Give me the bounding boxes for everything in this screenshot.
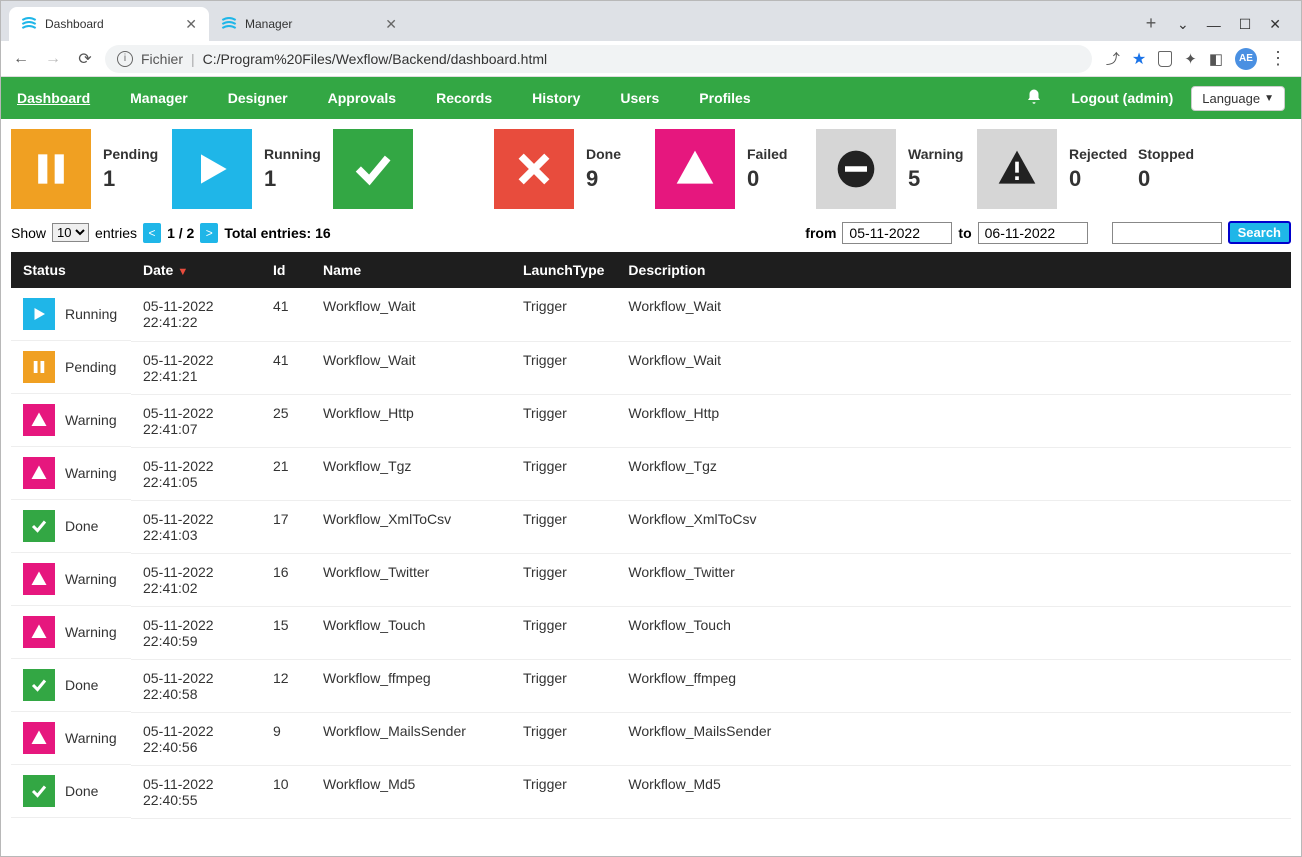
table-row[interactable]: Warning05-11-202222:41:0216Workflow_Twit…	[11, 553, 1291, 606]
warn-icon	[655, 129, 735, 209]
next-page-button[interactable]: >	[200, 223, 218, 243]
table-row[interactable]: Warning05-11-202222:40:569Workflow_Mails…	[11, 712, 1291, 765]
workflows-table: StatusDate▼IdNameLaunchTypeDescription R…	[11, 252, 1291, 819]
nav-history[interactable]: History	[532, 90, 580, 106]
check-icon	[23, 775, 55, 807]
profile-avatar[interactable]: AE	[1235, 48, 1257, 70]
warn-icon	[23, 722, 55, 754]
play-icon	[23, 298, 55, 330]
kebab-menu-icon[interactable]: ⋮	[1269, 48, 1287, 69]
table-row[interactable]: Pending05-11-202222:41:2141Workflow_Wait…	[11, 341, 1291, 394]
browser-tab[interactable]: Manager✕	[209, 7, 409, 41]
tile-failed: Failed0	[655, 129, 808, 209]
warn-icon	[23, 457, 55, 489]
minus-icon	[816, 129, 896, 209]
header-launchtype[interactable]: LaunchType	[511, 252, 616, 288]
shield-icon[interactable]	[1158, 51, 1172, 67]
nav-manager[interactable]: Manager	[130, 90, 188, 106]
play-icon	[172, 129, 252, 209]
header-status[interactable]: Status	[11, 252, 131, 288]
tile-rejected: Rejected0	[977, 129, 1130, 209]
language-dropdown[interactable]: Language▼	[1191, 86, 1285, 111]
times-icon	[494, 129, 574, 209]
table-row[interactable]: Warning05-11-202222:41:0725Workflow_Http…	[11, 394, 1291, 447]
nav-profiles[interactable]: Profiles	[699, 90, 750, 106]
tile-stopped: Stopped0	[1138, 129, 1291, 209]
forward-button: →	[41, 47, 65, 71]
tile-warning: Warning5	[816, 129, 969, 209]
info-icon: i	[117, 51, 133, 67]
notifications-bell[interactable]	[1025, 88, 1043, 109]
header-description[interactable]: Description	[616, 252, 1291, 288]
nav-records[interactable]: Records	[436, 90, 492, 106]
excl-icon	[977, 129, 1057, 209]
page-indicator: 1 / 2	[167, 225, 194, 241]
minimize-button[interactable]: —	[1207, 17, 1221, 33]
table-row[interactable]: Warning05-11-202222:40:5915Workflow_Touc…	[11, 606, 1291, 659]
browser-titlebar: Dashboard✕Manager✕ + ⌄ — ☐ ✕	[1, 1, 1301, 41]
nav-dashboard[interactable]: Dashboard	[17, 90, 90, 106]
url-text: C:/Program%20Files/Wexflow/Backend/dashb…	[203, 51, 547, 67]
close-tab-icon[interactable]: ✕	[185, 16, 197, 33]
url-scheme: Fichier	[141, 51, 183, 67]
tile-pending: Pending1	[11, 129, 164, 209]
header-date[interactable]: Date▼	[131, 252, 261, 288]
nav-users[interactable]: Users	[620, 90, 659, 106]
back-button[interactable]: ←	[9, 47, 33, 71]
extensions-icon[interactable]: ✦	[1184, 50, 1197, 68]
sidepanel-icon[interactable]: ◧	[1209, 50, 1223, 68]
address-bar: ← → ⟳ i Fichier | C:/Program%20Files/Wex…	[1, 41, 1301, 77]
pause-icon	[11, 129, 91, 209]
table-row[interactable]: Done05-11-202222:41:0317Workflow_XmlToCs…	[11, 500, 1291, 553]
sort-desc-icon: ▼	[177, 266, 188, 278]
table-row[interactable]: Done05-11-202222:40:5812Workflow_ffmpegT…	[11, 659, 1291, 712]
to-date-input[interactable]	[978, 222, 1088, 244]
from-date-input[interactable]	[842, 222, 952, 244]
new-tab-button[interactable]: +	[1137, 9, 1165, 37]
table-row[interactable]: Warning05-11-202222:41:0521Workflow_TgzT…	[11, 447, 1291, 500]
bookmark-star-icon[interactable]: ★	[1132, 49, 1146, 69]
header-id[interactable]: Id	[261, 252, 311, 288]
search-button[interactable]: Search	[1228, 221, 1291, 244]
check-icon	[333, 129, 413, 209]
table-row[interactable]: Done05-11-202222:40:5510Workflow_Md5Trig…	[11, 765, 1291, 818]
pause-icon	[23, 351, 55, 383]
wexflow-logo-icon	[21, 16, 37, 32]
reload-button[interactable]: ⟳	[73, 47, 97, 71]
maximize-button[interactable]: ☐	[1239, 16, 1252, 33]
chevron-down-icon[interactable]: ⌄	[1177, 16, 1189, 33]
tile-done: Done9	[494, 129, 647, 209]
top-nav: Dashboard Manager Designer Approvals Records…	[1, 77, 1301, 119]
logout-link[interactable]: Logout (admin)	[1071, 90, 1173, 106]
nav-approvals[interactable]: Approvals	[328, 90, 396, 106]
prev-page-button[interactable]: <	[143, 223, 161, 243]
warn-icon	[23, 404, 55, 436]
search-input[interactable]	[1112, 222, 1222, 244]
close-tab-icon[interactable]: ✕	[385, 16, 397, 33]
table-controls: Show 10 entries < 1 / 2 > Total entries:…	[11, 221, 1291, 244]
tile-running: Running1	[172, 129, 325, 209]
browser-tab[interactable]: Dashboard✕	[9, 7, 209, 41]
warn-icon	[23, 616, 55, 648]
pagesize-select[interactable]: 10	[52, 223, 89, 242]
url-field[interactable]: i Fichier | C:/Program%20Files/Wexflow/B…	[105, 45, 1092, 73]
tile-icon	[333, 129, 486, 209]
share-icon[interactable]: ⤴	[1106, 49, 1120, 69]
warn-icon	[23, 563, 55, 595]
total-entries: Total entries: 16	[224, 225, 330, 241]
nav-designer[interactable]: Designer	[228, 90, 288, 106]
check-icon	[23, 669, 55, 701]
check-icon	[23, 510, 55, 542]
table-row[interactable]: Running05-11-202222:41:2241Workflow_Wait…	[11, 288, 1291, 341]
header-name[interactable]: Name	[311, 252, 511, 288]
wexflow-logo-icon	[221, 16, 237, 32]
close-window-button[interactable]: ✕	[1269, 16, 1281, 33]
